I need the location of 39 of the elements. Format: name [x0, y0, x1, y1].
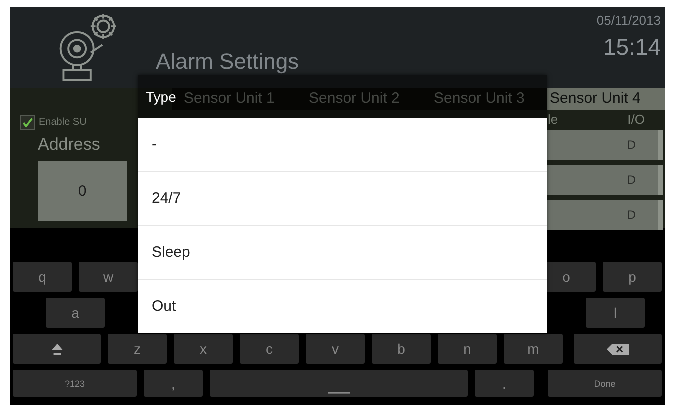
checkbox[interactable]: [20, 115, 35, 130]
sensor-tab[interactable]: Sensor Unit 3: [422, 88, 547, 110]
key[interactable]: p: [603, 262, 662, 292]
key[interactable]: l: [586, 298, 645, 328]
key[interactable]: v: [306, 334, 365, 364]
mode-key[interactable]: ?123: [13, 370, 137, 397]
key[interactable]: q: [13, 262, 72, 292]
key[interactable]: m: [504, 334, 563, 364]
time-text: 15:14: [602, 34, 661, 61]
key[interactable]: w: [79, 262, 138, 292]
page-title: Alarm Settings: [156, 49, 300, 75]
table-cell: D: [546, 165, 663, 195]
column-header: le: [548, 112, 558, 127]
shift-icon: [50, 342, 64, 356]
table-cell: D: [546, 130, 663, 160]
done-key[interactable]: Done: [548, 370, 662, 397]
type-option[interactable]: Sleep: [138, 225, 547, 279]
key[interactable]: n: [438, 334, 497, 364]
key[interactable]: .: [475, 370, 534, 397]
column-header: I/O: [628, 112, 645, 127]
sensor-tab[interactable]: Sensor Unit 2: [297, 88, 422, 110]
sensor-tab[interactable]: Sensor Unit 4: [547, 88, 665, 110]
key[interactable]: b: [372, 334, 431, 364]
address-field[interactable]: 0: [38, 161, 127, 221]
key[interactable]: x: [174, 334, 233, 364]
key[interactable]: a: [46, 298, 105, 328]
type-option[interactable]: 24/7: [138, 171, 547, 225]
key[interactable]: z: [108, 334, 167, 364]
table-cell: D: [546, 200, 663, 230]
date-text: 05/11/2013: [596, 13, 661, 28]
checkbox-label: Enable SU: [39, 117, 87, 128]
type-option[interactable]: -: [138, 118, 547, 171]
backspace-key[interactable]: [574, 334, 662, 364]
key[interactable]: ,: [144, 370, 203, 397]
key[interactable]: c: [240, 334, 299, 364]
type-option[interactable]: Out: [138, 279, 547, 333]
backspace-icon: [607, 344, 629, 354]
address-label: Address: [38, 135, 102, 155]
space-bar-icon: [328, 389, 350, 395]
